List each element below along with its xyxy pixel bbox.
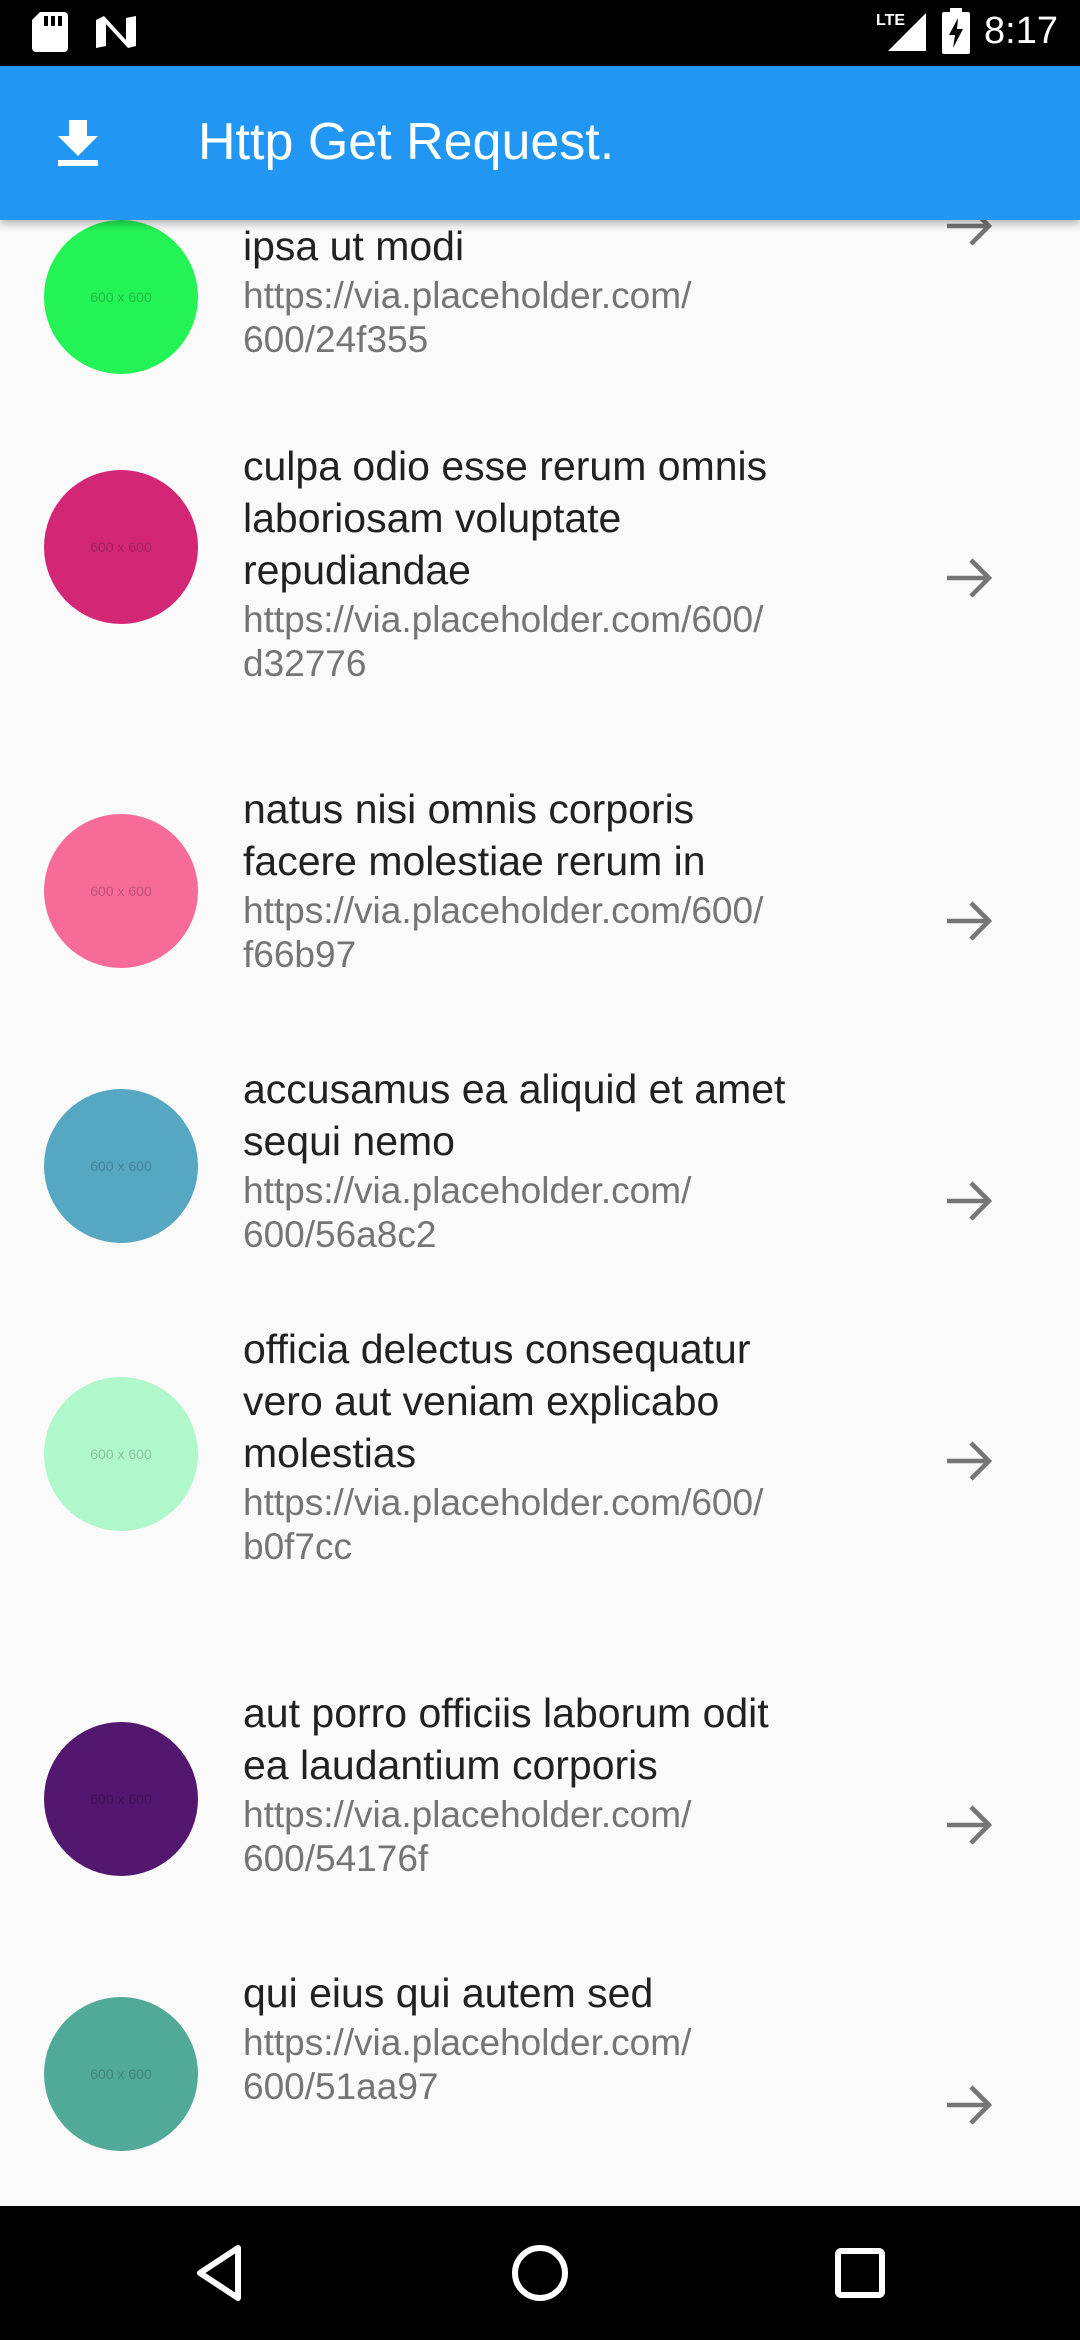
list-item-title: natus nisi omnis corporis facere molestia… <box>243 786 706 884</box>
arrow-forward-icon[interactable] <box>943 895 995 947</box>
avatar: 600 x 600 <box>44 1089 198 1243</box>
app-bar: Http Get Request. <box>0 66 1080 220</box>
back-icon[interactable] <box>188 2240 254 2306</box>
avatar: 600 x 600 <box>44 814 198 968</box>
list-item-text: ipsa ut modi https://via.placeholder.com/… <box>243 220 863 362</box>
network-label: LTE <box>876 12 905 29</box>
avatar: 600 x 600 <box>44 470 198 624</box>
avatar-placeholder-text: 600 x 600 <box>90 289 152 305</box>
list-item-title: ipsa ut modi <box>243 223 465 269</box>
app-title: Http Get Request. <box>198 113 615 171</box>
list-item-text: aut porro officiis laborum odit ea laudan… <box>243 1687 863 1881</box>
status-bar: LTE 8:17 <box>0 0 1080 66</box>
n-logo-icon <box>96 16 136 48</box>
avatar-placeholder-text: 600 x 600 <box>90 539 152 555</box>
avatar-placeholder-text: 600 x 600 <box>90 1158 152 1174</box>
photo-list[interactable]: 600 x 600 ipsa ut modi https://via.placeho… <box>0 220 1080 2165</box>
arrow-forward-icon[interactable] <box>943 552 995 604</box>
list-item-url: https://via.placeholder.com/600/51aa97 <box>243 2022 692 2107</box>
avatar: 600 x 600 <box>44 1722 198 1876</box>
navigation-bar <box>0 2206 1080 2340</box>
list-item-url: https://via.placeholder.com/600/f66b97 <box>243 890 764 975</box>
list-item-url: https://via.placeholder.com/600/56a8c2 <box>243 1170 692 1255</box>
arrow-forward-icon[interactable] <box>943 220 995 252</box>
list-item-url: https://via.placeholder.com/600/b0f7cc <box>243 1482 764 1567</box>
list-item-title: culpa odio esse rerum omnis laboriosam vo… <box>243 443 768 593</box>
avatar: 600 x 600 <box>44 220 198 374</box>
list-item-title: aut porro officiis laborum odit ea laudan… <box>243 1690 769 1788</box>
list-item-text: natus nisi omnis corporis facere molestia… <box>243 783 863 977</box>
list-item-url: https://via.placeholder.com/600/54176f <box>243 1794 692 1879</box>
list-item-title: officia delectus consequatur vero aut ven… <box>243 1326 751 1476</box>
arrow-forward-icon[interactable] <box>943 1435 995 1487</box>
avatar: 600 x 600 <box>44 1997 198 2151</box>
list-item-text: culpa odio esse rerum omnis laboriosam vo… <box>243 440 863 686</box>
sd-card-icon <box>32 12 68 52</box>
list-item-text: accusamus ea aliquid et amet sequi nemo ht… <box>243 1063 863 1257</box>
list-item-title: accusamus ea aliquid et amet sequi nemo <box>243 1066 786 1164</box>
download-icon[interactable] <box>52 116 104 168</box>
avatar-placeholder-text: 600 x 600 <box>90 2066 152 2082</box>
avatar-placeholder-text: 600 x 600 <box>90 1446 152 1462</box>
list-item-title: qui eius qui autem sed <box>243 1970 654 2016</box>
list-item-text: qui eius qui autem sed https://via.placeh… <box>243 1967 863 2109</box>
signal-icon: LTE <box>876 12 927 51</box>
clock: 8:17 <box>984 9 1058 52</box>
list-item-url: https://via.placeholder.com/600/24f355 <box>243 275 692 360</box>
battery-charging-icon <box>942 8 971 54</box>
avatar-placeholder-text: 600 x 600 <box>90 883 152 899</box>
recents-icon[interactable] <box>827 2240 893 2306</box>
avatar-placeholder-text: 600 x 600 <box>90 1791 152 1807</box>
arrow-forward-icon[interactable] <box>943 1799 995 1851</box>
arrow-forward-icon[interactable] <box>943 1175 995 1227</box>
avatar: 600 x 600 <box>44 1377 198 1531</box>
home-icon[interactable] <box>507 2240 573 2306</box>
list-item-url: https://via.placeholder.com/600/d32776 <box>243 599 764 684</box>
list-item-text: officia delectus consequatur vero aut ven… <box>243 1323 863 1569</box>
arrow-forward-icon[interactable] <box>943 2079 995 2131</box>
